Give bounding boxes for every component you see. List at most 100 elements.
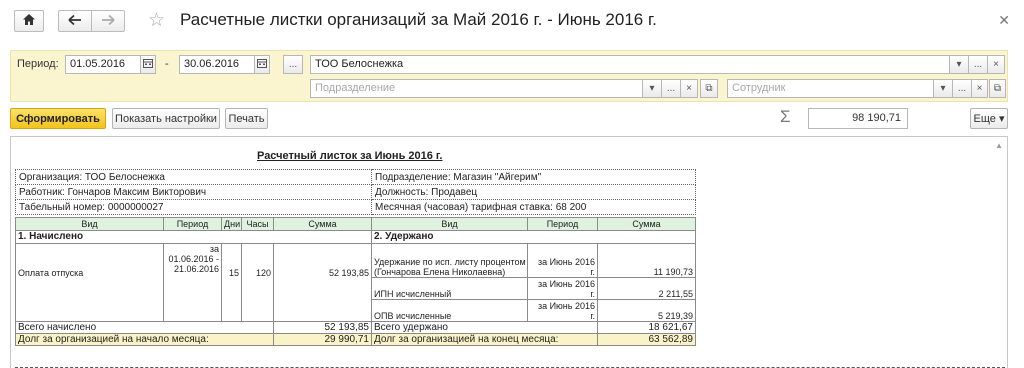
payslip-details-table: Вид Период Дни Часы Сумма Вид Период Сум…: [15, 217, 696, 346]
sum-icon: Σ: [780, 107, 791, 126]
organization-select-button[interactable]: ...: [968, 55, 988, 74]
accrual-period: за 01.06.2016 - 21.06.2016: [163, 243, 222, 322]
date-separator: -: [165, 58, 169, 70]
column-header: Вид: [371, 217, 528, 231]
accrual-period-line: за: [209, 244, 219, 255]
favorite-star-icon[interactable]: ☆: [148, 9, 165, 32]
calendar-to-button[interactable]: [254, 55, 270, 74]
total-accrued-value: 52 193,85: [273, 321, 372, 334]
column-header: Часы: [241, 217, 274, 231]
tab-number-cell: Табельный номер: 0000000027: [15, 199, 372, 215]
column-header: Период: [527, 217, 598, 231]
report-title: Расчетный листок за Июнь 2016 г.: [257, 150, 443, 162]
accrual-hours: 120: [241, 243, 274, 322]
deduction-name: Удержание по исп. листу процентом (Гонча…: [371, 243, 528, 278]
deduction-period: за Июнь 2016 г.: [527, 277, 598, 300]
employee-field[interactable]: Сотрудник: [727, 79, 934, 98]
calendar-from-button[interactable]: [140, 55, 156, 74]
debt-end-label: Долг за организацией на конец месяца:: [371, 333, 598, 346]
deduction-name-line: Удержание по исп. листу процентом: [374, 257, 526, 267]
accrual-days: 15: [221, 243, 242, 322]
organization-clear-button[interactable]: ×: [987, 55, 1005, 74]
debt-start-value: 29 990,71: [273, 333, 372, 346]
deduction-period: за Июнь 2016 г.: [527, 299, 598, 322]
department-dropdown-button[interactable]: ▾: [642, 79, 662, 98]
deduction-period-line: г.: [590, 289, 595, 299]
deduction-period: за Июнь 2016 г.: [527, 243, 598, 278]
deduction-name: ИПН исчисленный: [371, 277, 528, 300]
show-settings-button[interactable]: Показать настройки: [112, 108, 220, 129]
employee-select-button[interactable]: ...: [952, 79, 972, 98]
deduction-name-line: (Гончарова Елена Николаевна): [374, 267, 506, 277]
deduction-name-line: ОПВ исчисленные: [374, 311, 452, 321]
sum-field[interactable]: 98 190,71: [808, 108, 908, 129]
deduction-period-line: за Июнь 2016: [537, 301, 595, 311]
total-withheld-label: Всего удержано: [371, 321, 598, 334]
deduction-amount: 11 190,73: [597, 243, 696, 278]
date-from-field[interactable]: 01.05.2016: [65, 55, 141, 74]
column-header: Сумма: [273, 217, 372, 231]
filter-panel: Период: 01.05.2016 - 30.06.2016 ... ТОО …: [10, 50, 1008, 102]
period-label: Период:: [17, 58, 59, 70]
date-to-field[interactable]: 30.06.2016: [179, 55, 255, 74]
organization-dropdown-button[interactable]: ▾: [949, 55, 969, 74]
department-open-button[interactable]: ⧉: [700, 79, 718, 98]
section-row: 1. Начислено 2. Удержано: [15, 230, 696, 244]
deduction-period-line: за Июнь 2016: [537, 257, 595, 267]
debt-end-value: 63 562,89: [597, 333, 696, 346]
generate-button[interactable]: Сформировать: [10, 108, 106, 129]
tariff-cell: Месячная (часовая) тарифная ставка: 68 2…: [371, 199, 696, 215]
department-field[interactable]: Подразделение: [310, 79, 643, 98]
employee-cell: Работник: Гончаров Максим Викторович: [15, 184, 372, 200]
department-clear-button[interactable]: ×: [680, 79, 698, 98]
arrow-left-icon: [68, 14, 82, 29]
accrual-period-line: 21.06.2016: [173, 264, 219, 274]
home-button[interactable]: [14, 10, 44, 32]
back-button[interactable]: [58, 10, 92, 32]
accrual-name: Оплата отпуска: [15, 243, 164, 322]
department-cell: Подразделение: Магазин "Айгерим": [371, 169, 696, 185]
deduction-amount: 2 211,55: [597, 277, 696, 300]
deduction-name: ОПВ исчисленные: [371, 299, 528, 322]
total-accrued-label: Всего начислено: [15, 321, 274, 334]
home-icon: [22, 13, 36, 29]
debt-start-label: Долг за организацией на начало месяца:: [15, 333, 274, 346]
column-header: Сумма: [597, 217, 696, 231]
position-cell: Должность: Продавец: [371, 184, 696, 200]
totals-row: Всего начислено 52 193,85 Всего удержано…: [15, 321, 696, 334]
column-header: Период: [163, 217, 222, 231]
title-bar: ☆ Расчетные листки организаций за Май 20…: [0, 0, 1024, 44]
deduction-period-line: за Июнь 2016: [537, 279, 595, 289]
deduction-period-line: г.: [590, 267, 595, 277]
deduction-period-line: г.: [590, 311, 595, 321]
department-select-button[interactable]: ...: [661, 79, 681, 98]
accrual-amount: 52 193,85: [273, 243, 372, 322]
debt-row: Долг за организацией на начало месяца: 2…: [15, 333, 696, 346]
accrual-period-line: 01.06.2016 -: [168, 254, 219, 264]
choose-period-button[interactable]: ...: [283, 55, 303, 74]
column-header: Вид: [15, 217, 164, 231]
payslip-header-table: Организация: ТОО Белоснежка Подразделени…: [15, 169, 696, 215]
deduction-name-line: ИПН исчисленный: [374, 289, 452, 299]
employee-clear-button[interactable]: ×: [971, 79, 988, 98]
employee-open-button[interactable]: ⧉: [989, 79, 1006, 98]
more-button[interactable]: Еще ▾: [970, 108, 1008, 129]
table-row: Оплата отпуска за 01.06.2016 - 21.06.201…: [15, 243, 696, 322]
column-header: Дни: [221, 217, 242, 231]
total-withheld-value: 18 621,67: [597, 321, 696, 334]
scroll-up-icon[interactable]: ▲: [995, 141, 1003, 150]
calendar-icon: [257, 58, 267, 71]
close-icon[interactable]: ✕: [998, 12, 1010, 29]
arrow-right-icon: [101, 14, 115, 29]
organization-cell: Организация: ТОО Белоснежка: [15, 169, 372, 185]
accrued-section-title: 1. Начислено: [15, 230, 372, 244]
window-title: Расчетные листки организаций за Май 2016…: [180, 10, 657, 29]
print-button[interactable]: Печать: [225, 108, 268, 129]
report-document[interactable]: ▲ Расчетный листок за Июнь 2016 г. Орган…: [10, 136, 1008, 368]
deduction-amount: 5 219,39: [597, 299, 696, 322]
employee-dropdown-button[interactable]: ▾: [933, 79, 953, 98]
calendar-icon: [143, 58, 153, 71]
forward-button[interactable]: [91, 10, 125, 32]
organization-field[interactable]: ТОО Белоснежка: [310, 55, 950, 74]
table-header-row: Вид Период Дни Часы Сумма Вид Период Сум…: [15, 217, 696, 231]
